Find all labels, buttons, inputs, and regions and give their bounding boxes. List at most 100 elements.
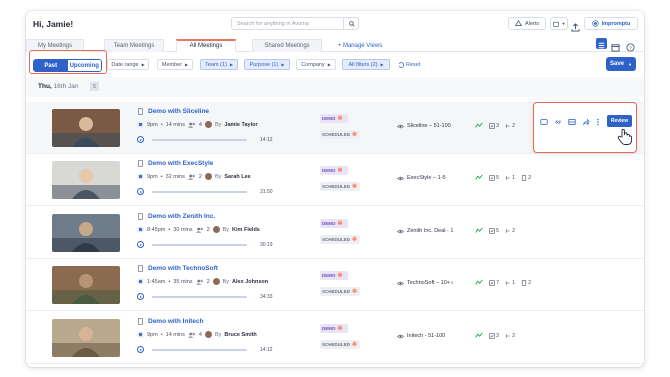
action-icons bbox=[540, 118, 600, 126]
meeting-stats: 3 2 bbox=[475, 122, 515, 129]
shares-value: 2 bbox=[512, 122, 516, 129]
account-name: ExecStyle – 1-5 bbox=[407, 175, 446, 181]
tab-all-meetings[interactable]: All Meetings bbox=[176, 39, 236, 52]
tab-team-meetings[interactable]: Team Meetings bbox=[104, 39, 164, 52]
more-icon[interactable] bbox=[596, 118, 600, 126]
account-link[interactable]: TechnoSoft – 10+ ɩ bbox=[397, 280, 453, 286]
branch-icon bbox=[505, 280, 510, 285]
shares-value: 1 bbox=[512, 279, 516, 286]
meeting-time: 9pm bbox=[147, 331, 158, 338]
comment-icon[interactable] bbox=[540, 118, 548, 126]
document-icon bbox=[138, 265, 143, 272]
host-name: Bruce Smith bbox=[224, 331, 257, 338]
play-icon[interactable] bbox=[137, 241, 144, 248]
attendees-icon bbox=[187, 122, 195, 128]
attendees-icon bbox=[195, 279, 203, 285]
branch-icon bbox=[505, 123, 510, 128]
tasks-count: 7 bbox=[489, 280, 499, 286]
meeting-title[interactable]: Demo with TechnoSoft bbox=[137, 265, 218, 272]
review-button[interactable]: Review bbox=[607, 115, 632, 127]
meeting-row[interactable]: Demo with Initech 9pm • 14 mins 4 By Bru… bbox=[26, 312, 644, 364]
play-icon[interactable] bbox=[137, 293, 144, 300]
meeting-thumbnail[interactable] bbox=[52, 214, 120, 252]
alerts-button[interactable]: Alerts bbox=[508, 17, 546, 30]
hubspot-icon: ✻ bbox=[337, 326, 343, 332]
account-link[interactable]: Sliceline – 51-100 bbox=[397, 123, 451, 129]
meeting-row[interactable]: Demo with TechnoSoft 1:45am • 35 mins 2 … bbox=[26, 259, 644, 311]
recording-timeline[interactable] bbox=[152, 244, 247, 246]
upcoming-button[interactable]: Upcoming bbox=[67, 60, 101, 71]
tab-shared-meetings[interactable]: Shared Meetings bbox=[252, 39, 322, 52]
search-input[interactable]: Search for anything in Avoma bbox=[231, 17, 359, 30]
document-icon bbox=[138, 160, 143, 167]
meeting-title[interactable]: Demo with ExecStyle bbox=[137, 160, 213, 167]
meeting-thumbnail[interactable] bbox=[52, 161, 120, 199]
filter-team[interactable]: Team (1) ▶ bbox=[200, 59, 238, 70]
tasks-count: 3 bbox=[489, 123, 499, 129]
calendar-menu-button[interactable]: ▼ bbox=[550, 17, 568, 30]
account-link[interactable]: Initech - 51-100 bbox=[397, 333, 445, 339]
checkbox-icon bbox=[489, 332, 495, 339]
hubspot-icon: ✻ bbox=[337, 168, 343, 174]
date-group-header: Thu, 16th Jan 5 bbox=[26, 77, 644, 97]
calendar-view-icon[interactable] bbox=[611, 39, 620, 57]
branch-icon bbox=[505, 333, 510, 338]
meeting-title[interactable]: Demo with Zenith Inc. bbox=[137, 213, 215, 220]
meeting-stats: 7 1 2 bbox=[475, 279, 531, 286]
link-icon[interactable] bbox=[554, 118, 562, 126]
eye-icon bbox=[397, 334, 404, 338]
account-link[interactable]: ExecStyle – 1-5 bbox=[397, 175, 446, 181]
attendees-icon bbox=[187, 174, 195, 180]
filter-date-range[interactable]: Date range ▶ bbox=[107, 59, 149, 70]
meeting-thumbnail[interactable] bbox=[52, 109, 120, 147]
tab-manage-views[interactable]: + Manage Views bbox=[332, 39, 388, 52]
recording-timeline[interactable] bbox=[152, 296, 247, 298]
help-icon[interactable]: ? bbox=[626, 39, 635, 57]
notes-icon bbox=[522, 279, 527, 286]
meeting-title[interactable]: Demo with Sliceline bbox=[137, 108, 209, 115]
recording-timeline[interactable] bbox=[152, 349, 247, 351]
meeting-row[interactable]: Demo with Zenith Inc. 8:45pm • 30 mins 2… bbox=[26, 207, 644, 259]
recording-timeline[interactable] bbox=[152, 139, 247, 141]
search-icon bbox=[348, 20, 355, 27]
document-icon bbox=[138, 213, 143, 220]
play-icon[interactable] bbox=[137, 136, 144, 143]
meeting-tabs: My Meetings Team Meetings All Meetings S… bbox=[26, 38, 644, 52]
filter-all-filters[interactable]: All filters (2) ▶ bbox=[342, 59, 390, 70]
hubspot-icon: ✻ bbox=[352, 289, 358, 295]
shares-count: 1 bbox=[505, 175, 515, 181]
reset-button[interactable]: Reset bbox=[398, 59, 420, 70]
checkbox-icon bbox=[489, 122, 495, 129]
account-name: Sliceline – 51-100 bbox=[407, 123, 451, 129]
hubspot-icon: ✻ bbox=[352, 237, 358, 243]
search-button[interactable] bbox=[343, 17, 359, 30]
status-badge: SCHEDULED ✻ bbox=[320, 130, 360, 139]
tasks-count: 5 bbox=[489, 228, 499, 234]
caret-right-icon: ▶ bbox=[380, 62, 384, 67]
meeting-thumbnail[interactable] bbox=[52, 319, 120, 357]
app-window: Hi, Jamie! Search for anything in Avoma … bbox=[26, 11, 644, 367]
play-icon[interactable] bbox=[137, 346, 144, 353]
play-icon[interactable] bbox=[137, 188, 144, 195]
filter-member[interactable]: Member ▶ bbox=[157, 59, 193, 70]
status-text: SCHEDULED bbox=[322, 342, 351, 347]
meeting-thumbnail[interactable] bbox=[52, 266, 120, 304]
status-text: SCHEDULED bbox=[322, 237, 351, 242]
clip-icon[interactable] bbox=[568, 118, 576, 126]
recording-timeline[interactable] bbox=[152, 191, 247, 193]
past-button[interactable]: Past bbox=[34, 60, 68, 71]
upload-icon[interactable] bbox=[571, 19, 580, 37]
share-icon[interactable] bbox=[582, 118, 590, 126]
meeting-row[interactable]: Demo with ExecStyle 9pm • 32 mins 2 By S… bbox=[26, 154, 644, 206]
host-name: Kim Fields bbox=[232, 226, 260, 233]
purpose-tag: DEMO ✻ bbox=[320, 166, 348, 175]
filter-purpose[interactable]: Purpose (1) ▶ bbox=[244, 59, 290, 70]
save-button[interactable]: Save ▼ bbox=[606, 57, 636, 71]
meeting-title[interactable]: Demo with Initech bbox=[137, 318, 204, 325]
account-link[interactable]: Zenith Inc. Deal - 1 bbox=[397, 228, 453, 234]
checkbox-icon bbox=[489, 174, 495, 181]
impromptu-button[interactable]: Impromptu bbox=[584, 17, 638, 30]
tasks-count: 5 bbox=[489, 175, 499, 181]
list-view-icon[interactable] bbox=[596, 38, 607, 49]
filter-company[interactable]: Company ▶ bbox=[296, 59, 336, 70]
